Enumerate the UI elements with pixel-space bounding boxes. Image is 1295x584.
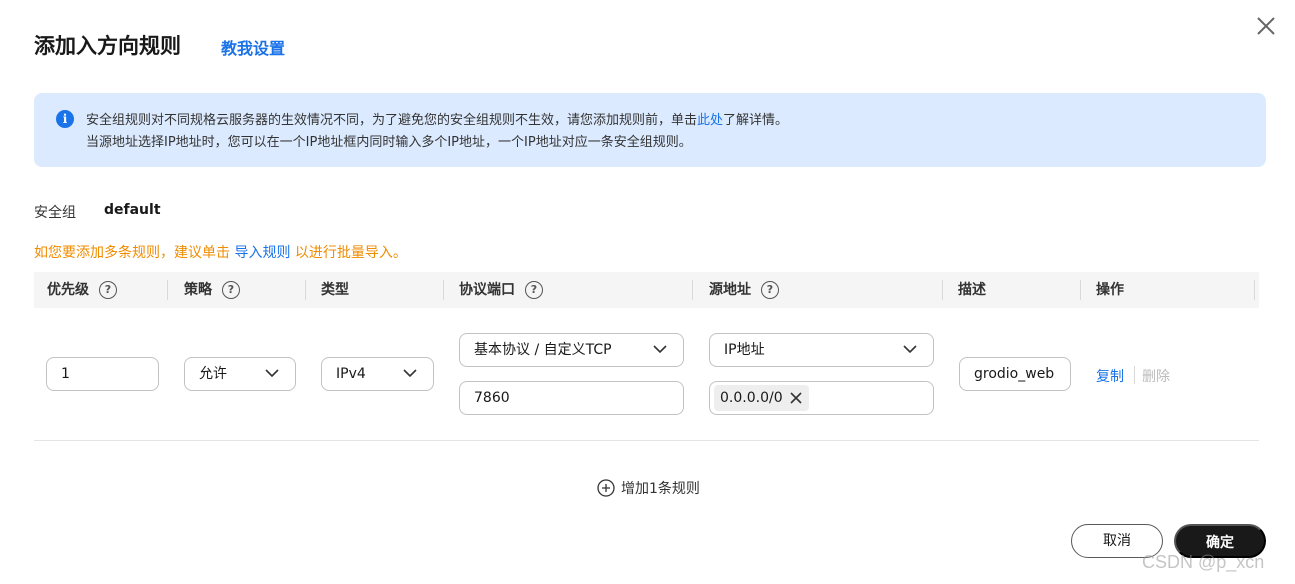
security-group-value: default [104,202,161,218]
type-value: IPv4 [336,366,366,382]
bulk-import-tip: 如您要添加多条规则，建议单击 导入规则 以进行批量导入。 [34,245,407,261]
close-icon[interactable] [1254,14,1278,38]
remove-tag-icon[interactable] [789,391,803,405]
delete-button[interactable]: 删除 [1142,366,1170,386]
ip-tag-label: 0.0.0.0/0 [720,390,783,406]
chevron-down-icon [653,345,667,354]
priority-input[interactable]: 1 [46,357,159,391]
policy-value: 允许 [199,366,227,382]
action-divider [1134,366,1135,384]
row-divider [34,440,1259,441]
details-link[interactable]: 此处 [697,113,723,128]
dialog-title: 添加入方向规则 [34,34,181,58]
source-type-select[interactable]: IP地址 [709,333,934,367]
description-input[interactable]: grodio_web [959,357,1071,391]
type-select[interactable]: IPv4 [321,357,434,391]
header-policy: 策略? [184,272,240,308]
help-question-icon[interactable]: ? [222,281,240,299]
chevron-down-icon [403,369,417,378]
info-line-2: 当源地址选择IP地址时，您可以在一个IP地址框内同时输入多个IP地址，一个IP地… [86,135,692,150]
plus-circle-icon [597,479,615,497]
watermark: CSDN @p_xcn [1142,552,1265,572]
add-rule-button[interactable]: 增加1条规则 [597,478,700,498]
header-protocol-port: 协议端口? [459,272,543,308]
info-icon: i [56,110,74,128]
help-question-icon[interactable]: ? [99,281,117,299]
chevron-down-icon [903,345,917,354]
policy-select[interactable]: 允许 [184,357,296,391]
source-ip-input[interactable]: 0.0.0.0/0 [709,381,934,415]
help-question-icon[interactable]: ? [761,281,779,299]
header-actions: 操作 [1096,282,1124,298]
port-input[interactable]: 7860 [459,381,684,415]
ip-tag: 0.0.0.0/0 [714,385,809,411]
header-priority: 优先级? [47,272,117,308]
header-type: 类型 [321,282,349,298]
protocol-value: 基本协议 / 自定义TCP [474,342,612,358]
help-question-icon[interactable]: ? [525,281,543,299]
copy-button[interactable]: 复制 [1096,366,1124,386]
header-description: 描述 [958,282,986,298]
table-header: 优先级? 策略? 类型 协议端口? 源地址? 描述 操作 [34,272,1259,308]
add-rule-label: 增加1条规则 [621,481,700,497]
info-line-1: 安全组规则对不同规格云服务器的生效情况不同，为了避免您的安全组规则不生效，请您添… [86,113,789,128]
source-type-value: IP地址 [724,342,765,358]
help-link[interactable]: 教我设置 [221,35,285,59]
security-group-label: 安全组 [34,205,76,221]
info-banner: i 安全组规则对不同规格云服务器的生效情况不同，为了避免您的安全组规则不生效，请… [34,93,1266,167]
import-rules-link[interactable]: 导入规则 [234,245,290,261]
header-source: 源地址? [709,272,779,308]
chevron-down-icon [265,369,279,378]
protocol-select[interactable]: 基本协议 / 自定义TCP [459,333,684,367]
